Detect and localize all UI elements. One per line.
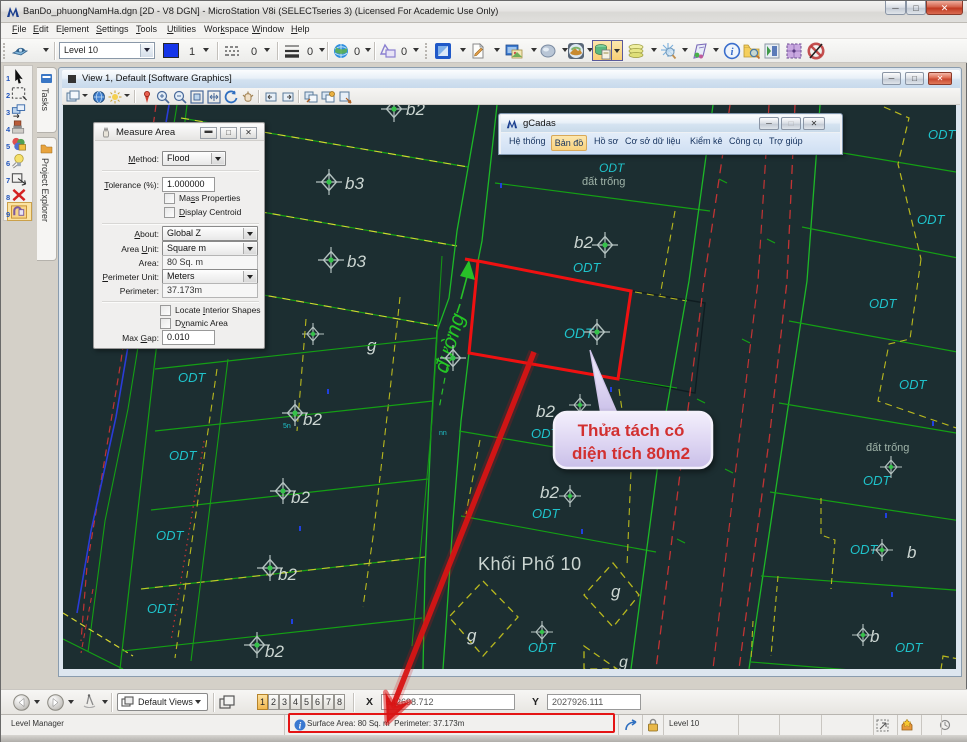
svg-text:ODT: ODT bbox=[917, 212, 946, 227]
svg-text:ODT: ODT bbox=[899, 377, 928, 392]
svg-text:Thửa tách có: Thửa tách có bbox=[578, 421, 685, 440]
svg-text:b2: b2 bbox=[265, 642, 284, 661]
svg-text:ODT: ODT bbox=[169, 448, 198, 463]
svg-text:đất trống: đất trống bbox=[582, 176, 625, 188]
svg-text:b2: b2 bbox=[291, 488, 310, 507]
svg-text:b2: b2 bbox=[406, 105, 425, 119]
svg-text:b2: b2 bbox=[303, 410, 322, 429]
svg-text:Khối Phố 10: Khối Phố 10 bbox=[478, 554, 582, 574]
svg-text:b2: b2 bbox=[278, 565, 297, 584]
svg-text:ODT: ODT bbox=[147, 601, 176, 616]
svg-text:ODT: ODT bbox=[599, 161, 626, 175]
svg-text:b2: b2 bbox=[540, 483, 559, 502]
svg-text:b2: b2 bbox=[536, 402, 555, 421]
svg-text:g: g bbox=[611, 582, 621, 601]
svg-text:g: g bbox=[619, 654, 628, 669]
svg-text:ODT: ODT bbox=[532, 506, 561, 521]
svg-text:ODT: ODT bbox=[928, 127, 956, 142]
svg-text:b: b bbox=[907, 543, 916, 562]
svg-text:b2: b2 bbox=[574, 233, 593, 252]
svg-text:b: b bbox=[870, 627, 879, 646]
svg-text:ODT: ODT bbox=[573, 260, 602, 275]
svg-text:g: g bbox=[467, 626, 477, 645]
svg-text:diện tích 80m2: diện tích 80m2 bbox=[572, 444, 690, 463]
svg-text:ODT: ODT bbox=[863, 473, 892, 488]
svg-text:đất trống: đất trống bbox=[866, 442, 909, 454]
svg-text:b3: b3 bbox=[347, 252, 366, 271]
svg-text:nn: nn bbox=[439, 430, 447, 437]
svg-text:ODT: ODT bbox=[178, 370, 207, 385]
svg-text:ODT: ODT bbox=[528, 640, 557, 655]
svg-text:ODT: ODT bbox=[895, 640, 924, 655]
svg-text:ODT: ODT bbox=[869, 296, 898, 311]
svg-text:b3: b3 bbox=[345, 174, 364, 193]
svg-text:ODT: ODT bbox=[156, 528, 185, 543]
svg-text:5n: 5n bbox=[283, 423, 291, 430]
